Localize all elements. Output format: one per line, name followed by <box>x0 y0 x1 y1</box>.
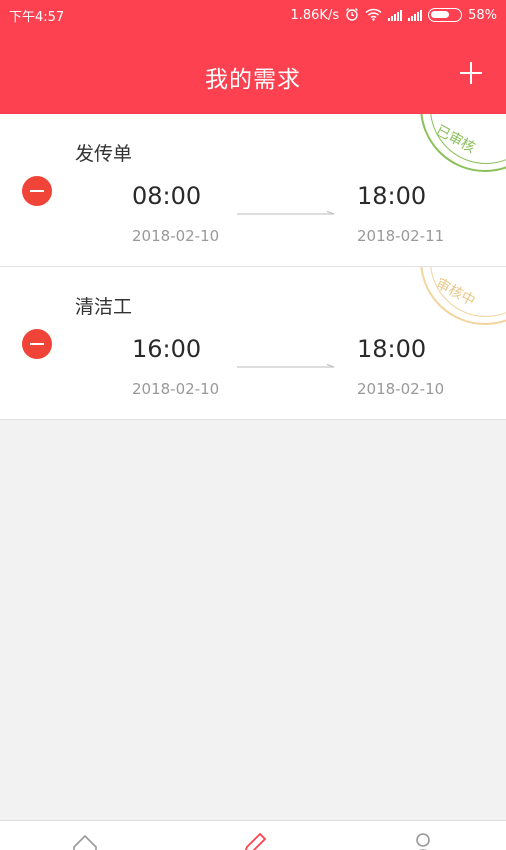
battery-icon <box>428 8 463 22</box>
start-time: 16:00 <box>132 335 202 363</box>
job-name: 发传单 <box>75 143 133 165</box>
end-time: 18:00 <box>357 182 427 210</box>
wifi-icon <box>365 8 382 23</box>
signal-icon <box>388 9 403 21</box>
start-date: 2018-02-10 <box>132 227 220 245</box>
home-icon[interactable] <box>70 831 100 850</box>
status-time: 下午4:57 <box>9 9 65 25</box>
header: 我的需求 <box>0 30 506 114</box>
job-name: 清洁工 <box>75 296 133 318</box>
arrow-icon <box>237 211 335 215</box>
battery-level: 58% <box>468 7 497 23</box>
remove-button[interactable] <box>22 329 52 359</box>
request-list: 发传单 08:00 18:00 2018-02-10 2018-02-11 已审… <box>0 114 506 420</box>
status-bar: 下午4:57 1.86K/s 58% <box>0 0 506 30</box>
list-item[interactable]: 清洁工 16:00 18:00 2018-02-10 2018-02-10 审核… <box>0 267 506 420</box>
status-text: 审核中 <box>433 275 478 310</box>
status-stamp: 审核中 <box>420 267 506 325</box>
pencil-icon[interactable] <box>238 831 268 850</box>
user-icon[interactable] <box>408 831 438 850</box>
network-speed: 1.86K/s <box>290 7 340 23</box>
status-right: 1.86K/s 58% <box>290 7 497 23</box>
status-text: 已审核 <box>433 122 478 157</box>
end-date: 2018-02-11 <box>357 227 445 245</box>
status-stamp: 已审核 <box>420 114 506 172</box>
arrow-icon <box>237 364 335 368</box>
list-item[interactable]: 发传单 08:00 18:00 2018-02-10 2018-02-11 已审… <box>0 114 506 267</box>
start-date: 2018-02-10 <box>132 380 220 398</box>
page-title: 我的需求 <box>205 67 301 93</box>
plus-icon[interactable] <box>458 60 484 86</box>
remove-button[interactable] <box>22 176 52 206</box>
end-date: 2018-02-10 <box>357 380 445 398</box>
end-time: 18:00 <box>357 335 427 363</box>
signal-icon <box>408 9 423 21</box>
alarm-icon <box>345 7 359 23</box>
start-time: 08:00 <box>132 182 202 210</box>
tab-bar <box>0 820 506 850</box>
